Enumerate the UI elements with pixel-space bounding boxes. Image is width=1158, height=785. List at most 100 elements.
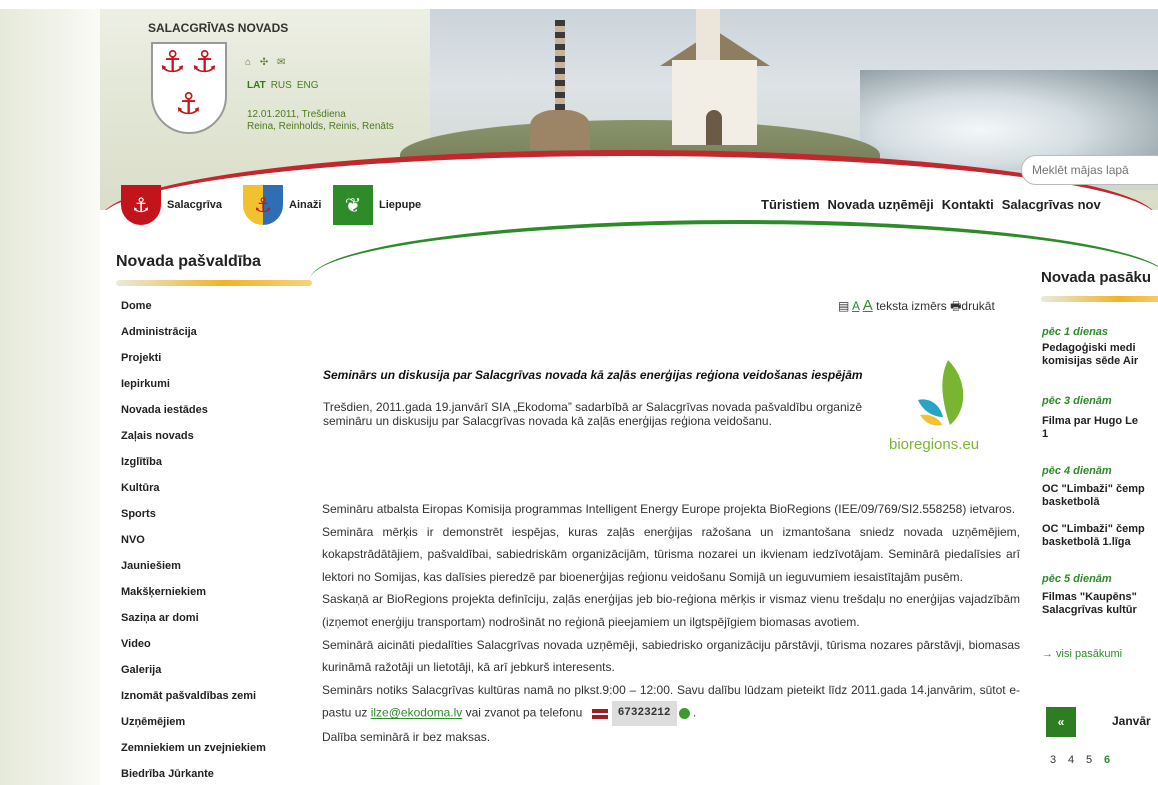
liepupe-crest-icon: ❦ <box>333 185 373 225</box>
calendar-day[interactable]: 4 <box>1068 754 1086 766</box>
phone-badge[interactable]: 67323212 <box>591 701 690 726</box>
article-tools: ▤ A A teksta izmērs 🖶drukāt <box>838 297 995 318</box>
sidebar-item-zalais-novads[interactable]: Zaļais novads <box>121 430 266 456</box>
coat-of-arms-logo[interactable]: ⚓ ⚓ ⚓ <box>151 42 227 134</box>
page-left-background <box>0 0 100 785</box>
sidebar-menu: Dome Administrācija Projekti Iepirkumi N… <box>121 300 266 785</box>
event-when: pēc 5 dienām <box>1042 573 1112 585</box>
sidebar-item-jauniesiem[interactable]: Jauniešiem <box>121 560 266 586</box>
town-link-ainazi[interactable]: ⚓ Ainaži <box>243 185 321 225</box>
print-icon[interactable]: 🖶 <box>950 299 961 313</box>
phone-number: 67323212 <box>611 701 677 726</box>
sidebar-item-galerija[interactable]: Galerija <box>121 664 266 690</box>
sidebar-item-dome[interactable]: Dome <box>121 300 266 326</box>
calendar-month: Janvār <box>1112 714 1151 728</box>
sidebar-item-sazina-ar-domi[interactable]: Saziņa ar domi <box>121 612 266 638</box>
article-contact-paragraph: Seminārs notiks Salacgrīvas kultūras nam… <box>322 679 1020 726</box>
event-item-5[interactable]: Filmas "Kaupēns" Salacgrīvas kultūr <box>1042 591 1137 617</box>
event-item-2[interactable]: Filma par Hugo Le 1 <box>1042 415 1138 441</box>
event-when: pēc 1 dienas <box>1042 326 1109 338</box>
top-navigation: Tūristiem Novada uzņēmēji Kontakti Salacgrī… <box>761 197 1109 212</box>
sidebar-item-sports[interactable]: Sports <box>121 508 266 534</box>
sidebar-item-zemniekiem[interactable]: Zemniekiem un zvejniekiem <box>121 742 266 768</box>
latvia-flag-icon <box>591 708 608 719</box>
text-size-increase[interactable]: A <box>863 297 873 314</box>
sidebar-title: Novada pašvaldība <box>116 253 261 270</box>
contact-text: vai zvanot pa telefonu <box>462 705 586 720</box>
current-date: 12.01.2011, Trešdiena <box>247 109 346 120</box>
event-when: pēc 4 dienām <box>1042 465 1112 477</box>
lang-eng-link[interactable]: ENG <box>297 80 319 91</box>
sidebar-item-administracija[interactable]: Administrācija <box>121 326 266 352</box>
sidebar-item-izglitiba[interactable]: Izglītība <box>121 456 266 482</box>
namedays: Reina, Reinholds, Reinis, Renāts <box>247 121 394 132</box>
events-title-underline <box>1041 296 1158 302</box>
anchor-icon: ⚓ <box>159 45 186 80</box>
calendar-day-today[interactable]: 6 <box>1104 754 1122 766</box>
sidebar-item-uznemejiem[interactable]: Uzņēmējiem <box>121 716 266 742</box>
event-when: pēc 3 dienām <box>1042 395 1112 407</box>
event-title: OC "Limbaži" čemp basketbolā <box>1042 483 1145 508</box>
town-label: Ainaži <box>289 199 322 211</box>
article-paragraph: Semināra mērķis ir demonstrēt iespējas, … <box>322 524 1020 584</box>
calendar-prev-button[interactable]: « <box>1046 707 1076 737</box>
event-title: Filma par Hugo Le 1 <box>1042 415 1138 440</box>
sidebar-title-underline <box>116 280 312 286</box>
nav-turistiem[interactable]: Tūristiem <box>761 197 820 212</box>
text-size-decrease[interactable]: A <box>852 299 859 313</box>
language-switcher: LAT RUS ENG <box>247 80 324 91</box>
banner-church-tower <box>696 8 720 68</box>
text-size-label: teksta izmērs <box>876 299 947 313</box>
article-paragraph: Semināru atbalsta Eiropas Komisija progr… <box>322 502 1016 516</box>
contact-text: . <box>689 705 697 720</box>
search-input[interactable] <box>1021 155 1158 185</box>
site-title[interactable]: SALACGRĪVAS NOVADS <box>148 21 288 35</box>
article-lead: Trešdien, 2011.gada 19.janvārī SIA „Ekod… <box>323 400 862 428</box>
town-link-salacgriva[interactable]: ⚓ Salacgrīva <box>121 185 222 225</box>
sidebar-item-kultura[interactable]: Kultūra <box>121 482 266 508</box>
anchor-icon: ⚓ <box>191 45 218 80</box>
sidebar-item-makskerniekiem[interactable]: Makšķerniekiem <box>121 586 266 612</box>
event-title: Pedagoģiski medi komisijas sēde Air <box>1042 342 1139 367</box>
sidebar-item-novada-iestades[interactable]: Novada iestādes <box>121 404 266 430</box>
anchor-icon: ⚓ <box>175 87 202 122</box>
email-link[interactable]: ilze@ekodoma.lv <box>371 706 463 720</box>
sidebar-item-iepirkumi[interactable]: Iepirkumi <box>121 378 266 404</box>
sidebar-item-video[interactable]: Video <box>121 638 266 664</box>
green-swoosh-divider <box>310 220 1158 280</box>
town-label: Liepupe <box>379 199 422 211</box>
sidebar-item-iznomat-zemi[interactable]: Iznomāt pašvaldības zemi <box>121 690 266 716</box>
event-item-1[interactable]: Pedagoģiski medi komisijas sēde Air <box>1042 342 1138 368</box>
print-link[interactable]: drukāt <box>961 299 994 313</box>
phone-call-icon <box>678 708 690 720</box>
page-top-strip <box>0 0 1158 9</box>
header-quick-icons[interactable]: ⌂ ✣ ✉ <box>245 57 288 68</box>
nav-salacgrivas-novads[interactable]: Salacgrīvas nov <box>1002 197 1101 212</box>
banner-rock <box>530 110 590 150</box>
sidebar-item-nvo[interactable]: NVO <box>121 534 266 560</box>
event-item-4[interactable]: OC "Limbaži" čemp basketbolā 1.līga <box>1042 523 1145 549</box>
calendar-day[interactable]: 3 <box>1050 754 1068 766</box>
banner-church-door <box>706 110 722 145</box>
town-link-liepupe[interactable]: ❦ Liepupe <box>333 185 421 225</box>
lang-lat-link[interactable]: LAT <box>247 80 266 91</box>
article-paragraph: Dalība seminārā ir bez maksas. <box>322 729 491 744</box>
sidebar-item-projekti[interactable]: Projekti <box>121 352 266 378</box>
event-title: Filmas "Kaupēns" Salacgrīvas kultūr <box>1042 591 1137 616</box>
event-item-3[interactable]: OC "Limbaži" čemp basketbolā <box>1042 483 1145 509</box>
nav-kontakti[interactable]: Kontakti <box>942 197 994 212</box>
sidebar-item-biedriba-jurkante[interactable]: Biedrība Jūrkante <box>121 768 266 785</box>
ainazi-crest-icon: ⚓ <box>243 185 283 225</box>
calendar-day[interactable]: 5 <box>1086 754 1104 766</box>
article-paragraph: Saskaņā ar BioRegions projekta definīcij… <box>322 592 1020 629</box>
all-events-link[interactable]: → visi pasākumi <box>1042 648 1122 660</box>
bioregions-logo-text: bioregions.eu <box>889 436 980 453</box>
nav-novada-uznemeji[interactable]: Novada uzņēmēji <box>828 197 934 212</box>
event-title: OC "Limbaži" čemp basketbolā 1.līga <box>1042 523 1145 548</box>
article-paragraph: Seminārā aicināti piedalīties Salacgrīva… <box>322 637 1020 675</box>
calendar-days: 3456 <box>1050 754 1122 766</box>
document-icon: ▤ <box>838 299 850 313</box>
town-label: Salacgrīva <box>167 199 223 211</box>
salacgriva-crest-icon: ⚓ <box>121 185 161 225</box>
lang-rus-link[interactable]: RUS <box>271 80 292 91</box>
